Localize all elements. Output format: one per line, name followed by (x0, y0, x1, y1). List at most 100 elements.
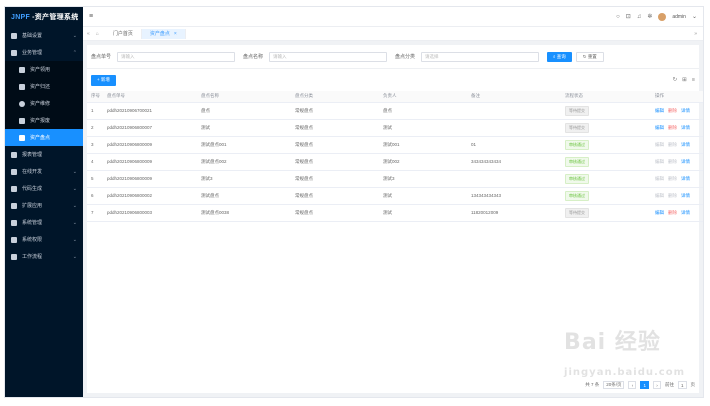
table-row[interactable]: 2 pddh20210906800007 测试 常规盘点 测试 等待提交 编辑 删除 详情 (87, 119, 703, 137)
return-icon (19, 83, 25, 90)
detail-link[interactable]: 详情 (681, 210, 690, 215)
detail-link[interactable]: 详情 (681, 159, 690, 164)
avatar[interactable] (658, 12, 667, 21)
sidebar-item[interactable]: 资产报废 (5, 112, 83, 129)
sidebar-item[interactable]: 系统权限 ⌄ (5, 231, 83, 248)
table-row[interactable]: 7 pddh20210906800003 测试盘点0038 常规盘点 测试 1182001… (87, 204, 703, 222)
sidebar-item[interactable]: 资产维修 (5, 95, 83, 112)
detail-link[interactable]: 详情 (681, 125, 690, 130)
status-badge: 审核通过 (565, 156, 589, 167)
sidebar-item[interactable]: 代码生成 ⌄ (5, 180, 83, 197)
bell-icon[interactable]: ♫ (637, 14, 642, 20)
status-badge: 审核通过 (565, 173, 589, 184)
sidebar-item[interactable]: 工作流程 ⌄ (5, 248, 83, 265)
chevron-icon: ⌄ (72, 253, 77, 260)
prev-page-icon[interactable]: ‹ (628, 381, 637, 389)
sidebar-item-label: 业务管理 (22, 50, 43, 56)
delete-link[interactable]: 删除 (668, 142, 677, 147)
sidebar-item[interactable]: 业务管理 ⌃ (5, 44, 83, 61)
goto-input[interactable]: 1 (677, 381, 687, 389)
sidebar-item[interactable]: 系统管理 ⌄ (5, 214, 83, 231)
search-icon[interactable]: ○ (616, 14, 620, 20)
edit-link[interactable]: 编辑 (655, 176, 664, 181)
chevron-down-icon[interactable]: ⌄ (692, 13, 697, 20)
sidebar-item[interactable]: 扩展应用 ⌄ (5, 197, 83, 214)
delete-link[interactable]: 删除 (668, 108, 677, 113)
inventory-no-input[interactable]: 请输入 (117, 51, 235, 62)
tab-asset-inventory[interactable]: 资产盘点 × (141, 28, 186, 39)
watermark-sub: jingyan.baidu.com (564, 367, 685, 378)
column-header[interactable]: 流程状态 (561, 91, 651, 103)
delete-link[interactable]: 删除 (668, 176, 677, 181)
sidebar-item[interactable]: 资产归还 (5, 78, 83, 95)
sidebar-item-label: 资产报废 (30, 118, 51, 124)
page-size-select[interactable]: 20条/页 (603, 381, 625, 389)
table-cell: 测试盘点0038 (197, 204, 291, 222)
table-row[interactable]: 4 pddh20210906800009 测试盘点002 常规盘点 测试002 34343… (87, 153, 703, 171)
actions-cell: 编辑 删除 详情 (651, 170, 703, 188)
sidebar-item-label: 在线开发 (22, 169, 43, 175)
delete-link[interactable]: 删除 (668, 193, 677, 198)
table-cell: 2 (87, 119, 103, 137)
edit-link[interactable]: 编辑 (655, 159, 664, 164)
sidebar-item[interactable]: 报表管理 (5, 146, 83, 163)
column-header[interactable]: 负责人 (379, 91, 467, 103)
gear-icon[interactable]: ✲ (647, 13, 652, 20)
edit-link[interactable]: 编辑 (655, 142, 664, 147)
menu-toggle-icon[interactable]: ≡ (89, 13, 93, 20)
sidebar-item[interactable]: 基础设置 ⌄ (5, 27, 83, 44)
delete-link[interactable]: 删除 (668, 159, 677, 164)
inventory-category-select[interactable]: 请选择 (421, 51, 539, 62)
detail-link[interactable]: 详情 (681, 142, 690, 147)
sidebar-item-label: 扩展应用 (22, 203, 43, 209)
sidebar-item[interactable]: 在线开发 ⌄ (5, 163, 83, 180)
detail-link[interactable]: 详情 (681, 108, 690, 113)
generate-icon (11, 185, 17, 192)
table-row[interactable]: 6 pddh20210906800002 测试盘点 常规盘点 测试 13434343434… (87, 187, 703, 205)
edit-link[interactable]: 编辑 (655, 108, 664, 113)
next-page-icon[interactable]: › (652, 381, 661, 389)
delete-link[interactable]: 删除 (668, 210, 677, 215)
table-row[interactable]: 3 pddh20210906800009 测试盘点001 常规盘点 测试001 01 审核通… (87, 136, 703, 154)
folder-icon (11, 49, 17, 56)
density-icon[interactable]: ≡ (692, 77, 695, 83)
add-button[interactable]: + 新增 (91, 74, 116, 86)
inventory-name-input[interactable]: 请输入 (269, 51, 387, 62)
tabs-forward-icon[interactable]: » (694, 31, 697, 37)
table-row[interactable]: 1 pddh20210906700021 盘点 常规盘点 盘点 等待提交 编辑 删除 详情 (87, 102, 703, 120)
column-header[interactable]: 盘点名称 (197, 91, 291, 103)
column-header[interactable]: 盘点单号 (103, 91, 197, 103)
sidebar-item[interactable]: 资产领用 (5, 61, 83, 78)
actions-cell: 编辑 删除 详情 (651, 153, 703, 171)
detail-link[interactable]: 详情 (681, 193, 690, 198)
fullscreen-icon[interactable]: ⊡ (626, 13, 631, 20)
column-header[interactable]: 操作 (651, 91, 703, 103)
column-header[interactable]: 序号 (87, 91, 103, 103)
query-button[interactable]: ⌕ 查询 (547, 51, 572, 62)
home-icon[interactable]: ⌂ (96, 31, 99, 37)
edit-link[interactable]: 编辑 (655, 125, 664, 130)
page-number[interactable]: 1 (640, 381, 649, 389)
table-cell: 常规盘点 (291, 187, 379, 205)
tabs-back-icon[interactable]: « (87, 31, 90, 37)
column-header[interactable]: 盘点分类 (291, 91, 379, 103)
table-cell: 测试002 (379, 153, 467, 171)
column-header[interactable]: 备注 (467, 91, 561, 103)
close-icon[interactable]: × (174, 31, 177, 37)
delete-link[interactable]: 删除 (668, 125, 677, 130)
tab-portal-home[interactable]: 门户首页 (105, 28, 142, 39)
remark-cell: 343434343434 (467, 153, 561, 171)
reset-button[interactable]: ↻ 重置 (575, 51, 604, 62)
refresh-icon[interactable]: ↻ (673, 77, 678, 83)
user-name[interactable]: admin (672, 14, 686, 20)
inventory-category-field: 盘点分类 请选择 (395, 51, 539, 62)
table-row[interactable]: 5 pddh20210906800009 测试3 常规盘点 测试3 审核通过 编辑 删除 详情 (87, 170, 703, 188)
edit-link[interactable]: 编辑 (655, 210, 664, 215)
table-cell: pddh20210906800009 (103, 136, 197, 154)
column-settings-icon[interactable]: ⊞ (682, 77, 687, 83)
detail-link[interactable]: 详情 (681, 176, 690, 181)
table-cell: pddh20210906800009 (103, 153, 197, 171)
edit-link[interactable]: 编辑 (655, 193, 664, 198)
sidebar-item[interactable]: 资产盘点 (5, 129, 83, 146)
remark-cell: 01 (467, 136, 561, 154)
